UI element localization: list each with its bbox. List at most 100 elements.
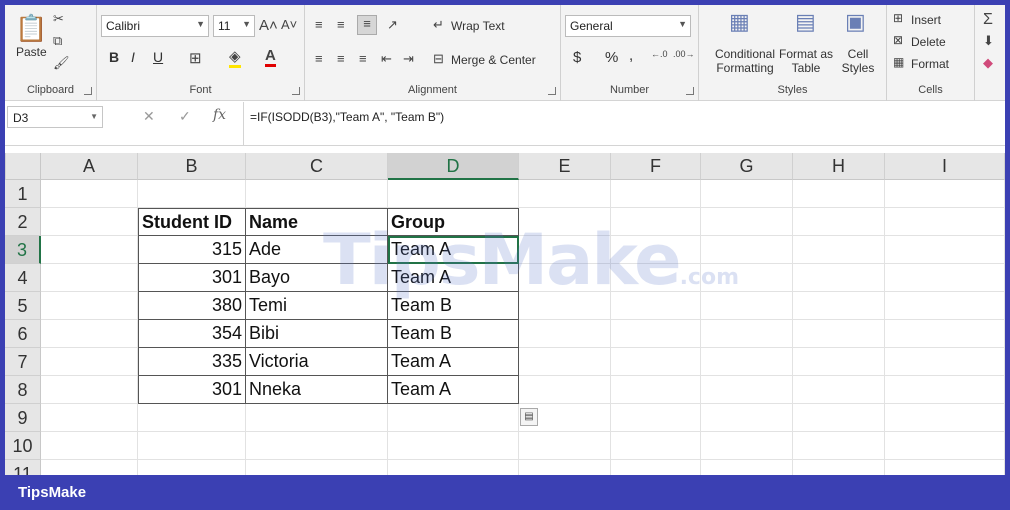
cell-styles-icon[interactable]: ▣ <box>845 9 866 35</box>
cell-a10[interactable] <box>41 432 138 460</box>
cell-f10[interactable] <box>611 432 701 460</box>
cell-e8[interactable] <box>519 376 611 404</box>
cut-icon[interactable]: ✂ <box>53 11 64 27</box>
table-cell-b7[interactable]: 335 <box>138 348 246 376</box>
table-cell-b4[interactable]: 301 <box>138 264 246 292</box>
cell-a8[interactable] <box>41 376 138 404</box>
underline-button[interactable]: U <box>153 49 163 65</box>
cell-b1[interactable] <box>138 180 246 208</box>
format-as-table-button[interactable]: Format as Table <box>779 47 833 75</box>
row-header-5[interactable]: 5 <box>5 292 41 320</box>
increase-decimal-icon[interactable]: ←.0 <box>651 49 668 59</box>
decrease-decimal-icon[interactable]: .00→ <box>673 49 695 59</box>
table-cell-d5[interactable]: Team B <box>388 292 519 320</box>
copy-icon[interactable]: ⧉ <box>53 33 62 49</box>
quick-analysis-icon[interactable]: ▤ <box>520 408 538 426</box>
column-header-a[interactable]: A <box>41 153 138 180</box>
column-header-i[interactable]: I <box>885 153 1005 180</box>
currency-button[interactable]: $ <box>573 49 581 66</box>
cell-e5[interactable] <box>519 292 611 320</box>
wrap-text-icon[interactable]: ↵ <box>433 17 444 33</box>
cell-f4[interactable] <box>611 264 701 292</box>
table-cell-b2[interactable]: Student ID <box>138 208 246 236</box>
cell-b9[interactable] <box>138 404 246 432</box>
cell-h11[interactable] <box>793 460 885 475</box>
cell-i4[interactable] <box>885 264 1005 292</box>
insert-button[interactable]: Insert <box>911 13 941 27</box>
clipboard-launcher-icon[interactable] <box>84 87 92 95</box>
format-painter-icon[interactable]: 🖌 <box>53 55 70 71</box>
merge-center-button[interactable]: Merge & Center <box>451 53 536 67</box>
decrease-font-icon[interactable]: A˅ <box>281 17 297 32</box>
table-cell-c4[interactable]: Bayo <box>246 264 388 292</box>
cell-c1[interactable] <box>246 180 388 208</box>
cell-c11[interactable] <box>246 460 388 475</box>
cell-b10[interactable] <box>138 432 246 460</box>
cell-f7[interactable] <box>611 348 701 376</box>
fill-color-icon[interactable]: ◈ <box>229 47 241 68</box>
align-left-icon[interactable]: ≡ <box>315 51 323 66</box>
cell-e4[interactable] <box>519 264 611 292</box>
cell-g7[interactable] <box>701 348 793 376</box>
cell-i10[interactable] <box>885 432 1005 460</box>
table-cell-d6[interactable]: Team B <box>388 320 519 348</box>
cell-g3[interactable] <box>701 236 793 264</box>
align-right-icon[interactable]: ≡ <box>359 51 367 66</box>
cell-a5[interactable] <box>41 292 138 320</box>
format-icon[interactable]: ▦ <box>893 55 904 69</box>
bold-button[interactable]: B <box>109 49 119 65</box>
conditional-formatting-icon[interactable]: ▦ <box>729 9 750 35</box>
table-cell-d4[interactable]: Team A <box>388 264 519 292</box>
cell-a3[interactable] <box>41 236 138 264</box>
table-cell-d2[interactable]: Group <box>388 208 519 236</box>
table-cell-b5[interactable]: 380 <box>138 292 246 320</box>
cell-e2[interactable] <box>519 208 611 236</box>
table-cell-b3[interactable]: 315 <box>138 236 246 264</box>
cell-e10[interactable] <box>519 432 611 460</box>
number-format-dropdown[interactable]: General ▼ <box>565 15 691 37</box>
cell-e11[interactable] <box>519 460 611 475</box>
select-all-corner[interactable] <box>5 153 41 180</box>
cell-g11[interactable] <box>701 460 793 475</box>
cell-g8[interactable] <box>701 376 793 404</box>
enter-icon[interactable]: ✓ <box>179 108 191 125</box>
column-header-g[interactable]: G <box>701 153 793 180</box>
cell-a9[interactable] <box>41 404 138 432</box>
increase-font-icon[interactable]: A˄ <box>259 17 278 34</box>
autosum-icon[interactable]: Σ <box>983 11 993 29</box>
cell-h1[interactable] <box>793 180 885 208</box>
cell-g2[interactable] <box>701 208 793 236</box>
cell-styles-button[interactable]: Cell Styles <box>837 47 879 75</box>
number-launcher-icon[interactable] <box>686 87 694 95</box>
merge-center-icon[interactable]: ⊟ <box>433 51 444 67</box>
table-cell-c5[interactable]: Temi <box>246 292 388 320</box>
cell-e6[interactable] <box>519 320 611 348</box>
cell-f9[interactable] <box>611 404 701 432</box>
cell-g1[interactable] <box>701 180 793 208</box>
cell-c10[interactable] <box>246 432 388 460</box>
cell-a4[interactable] <box>41 264 138 292</box>
row-header-6[interactable]: 6 <box>5 320 41 348</box>
delete-icon[interactable]: ⊠ <box>893 33 903 47</box>
percent-button[interactable]: % <box>605 49 618 66</box>
cell-i8[interactable] <box>885 376 1005 404</box>
table-cell-c6[interactable]: Bibi <box>246 320 388 348</box>
cell-f1[interactable] <box>611 180 701 208</box>
middle-align-icon[interactable]: ≡ <box>337 17 345 32</box>
column-header-f[interactable]: F <box>611 153 701 180</box>
table-cell-c2[interactable]: Name <box>246 208 388 236</box>
cell-d9[interactable] <box>388 404 519 432</box>
cell-f6[interactable] <box>611 320 701 348</box>
table-cell-d8[interactable]: Team A <box>388 376 519 404</box>
column-header-h[interactable]: H <box>793 153 885 180</box>
conditional-formatting-button[interactable]: Conditional Formatting <box>709 47 781 75</box>
cell-e7[interactable] <box>519 348 611 376</box>
cell-e1[interactable] <box>519 180 611 208</box>
cell-d11[interactable] <box>388 460 519 475</box>
clear-icon[interactable]: ◆ <box>983 55 993 71</box>
column-header-c[interactable]: C <box>246 153 388 180</box>
cell-a1[interactable] <box>41 180 138 208</box>
cell-g10[interactable] <box>701 432 793 460</box>
cell-g4[interactable] <box>701 264 793 292</box>
align-center-icon[interactable]: ≡ <box>337 51 345 66</box>
